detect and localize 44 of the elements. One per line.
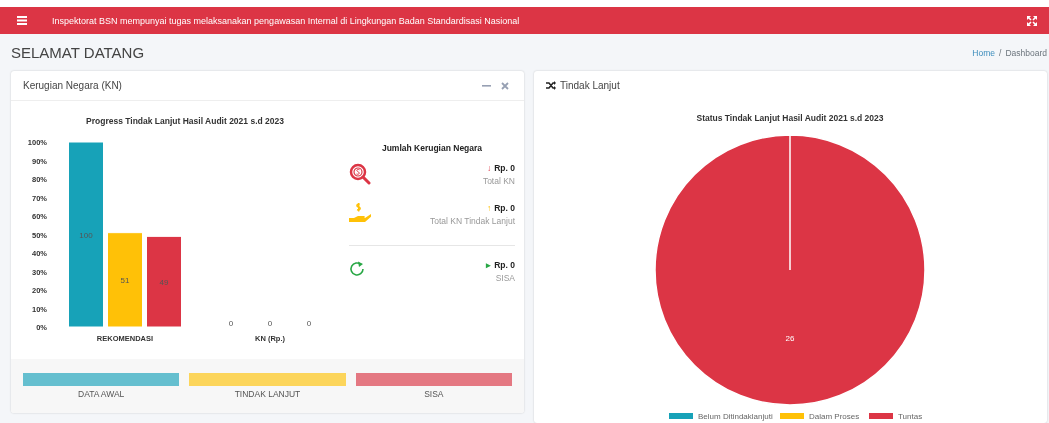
amount-label: Total KN Tindak Lanjut [429,216,515,226]
fullscreen-button[interactable] [1024,15,1040,26]
shuffle-icon [546,81,556,90]
data-label: 26 [785,333,795,343]
data-label: 51 [120,275,130,285]
page-title: SELAMAT DATANG [11,44,145,61]
amount-label: SISA [495,273,515,283]
legend-item[interactable]: Belum Ditindaklanjuti [669,412,773,421]
summary-title: Jumlah Kerugian Negara [380,143,484,153]
data-label: 0 [267,319,273,328]
footer-label: DATA AWAL [78,389,125,399]
amount-value: Rp. 0 [494,203,515,213]
legend-label: Tuntas [898,412,923,421]
data-label: 0 [228,319,234,328]
chart-title: Progress Tindak Lanjut Hasil Audit 2021 s.d 2023 [86,116,284,126]
data-label: 100 [79,230,93,240]
footer-label: TINDAK LANJUT [234,389,301,399]
data-label: 49 [159,277,169,287]
legend-label: Belum Ditindaklanjuti [698,412,773,421]
menu-button[interactable] [14,16,30,25]
hand-dollar-icon [349,203,371,225]
chart-title: Status Tindak Lanjut Hasil Audit 2021 s.d 2023 [696,113,884,123]
trend-arrow: ↓ [486,163,492,173]
magnifier-dollar-icon [349,163,371,185]
footer-label: SISA [424,389,444,399]
expand-icon [1027,15,1037,26]
trend-arrow: ↑ [486,203,492,213]
legend-label: Dalam Proses [809,412,860,421]
header-message: Inspektorat BSN mempunyai tugas melaksanakan pengawasan Internal di Lingkungan Badan Standardisasi Nasional [52,15,521,26]
breadcrumb-separator: / [999,47,1002,58]
legend-item[interactable]: Dalam Proses [780,412,860,421]
card-title: Tindak Lanjut [560,80,621,91]
amount-value: Rp. 0 [494,163,515,173]
breadcrumb-link[interactable]: Home [972,47,996,58]
breadcrumb-current: Dashboard [1005,47,1047,58]
close-icon [501,81,509,90]
legend-item[interactable]: Tuntas [869,412,923,421]
amount-label: Total KN [482,176,515,186]
data-label: 0 [306,319,312,328]
card-title: Kerugian Negara (KN) [23,80,123,91]
amount-value: Rp. 0 [494,260,515,270]
close-button[interactable] [498,81,512,90]
trend-arrow: ▸ [486,260,492,270]
menu-icon [17,16,27,25]
